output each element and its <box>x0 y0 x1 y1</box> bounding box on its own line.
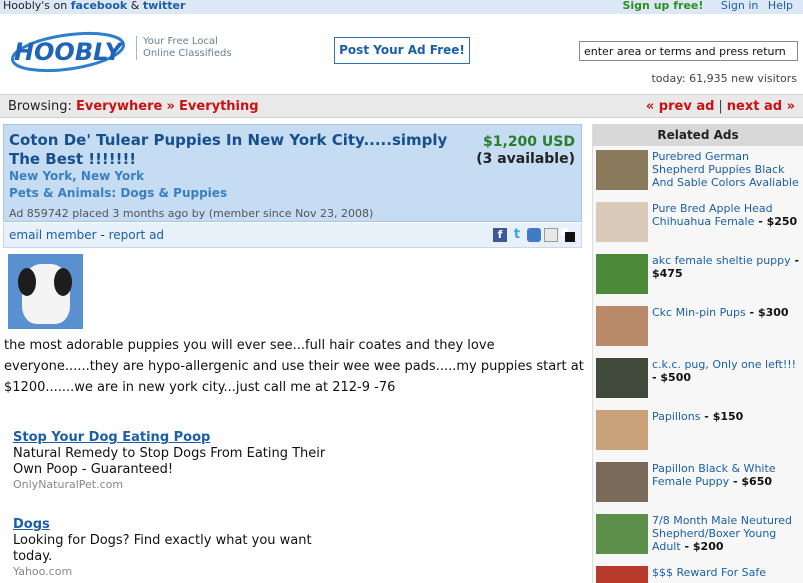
pager-divider: | <box>718 99 723 114</box>
logo-text: HOOBLY <box>14 38 125 66</box>
related-ad-text[interactable]: Pure Bred Apple Head Chihuahua Female - … <box>652 202 803 228</box>
browsing-label: Browsing: <box>8 99 72 114</box>
ad-category[interactable]: Pets & Animals: Dogs & Puppies <box>9 186 227 200</box>
related-ad-text[interactable]: $$$ Reward For Safe <box>652 566 803 579</box>
tagline-line2: Online Classifieds <box>143 48 232 59</box>
related-ad-text[interactable]: c.k.c. pug, Only one left!!! - $500 <box>652 358 803 384</box>
breadcrumb-everything[interactable]: Everything <box>179 99 259 114</box>
twitter-link[interactable]: twitter <box>143 0 186 12</box>
sponsored-ad-desc: Looking for Dogs? Find exactly what you … <box>13 533 312 564</box>
related-ads: Related Ads Purebred German Shepherd Pup… <box>592 124 803 583</box>
related-ad-title[interactable]: Papillons <box>652 410 700 423</box>
social-text: Hoobly's on <box>3 0 68 12</box>
sponsored-ad-title[interactable]: Stop Your Dog Eating Poop <box>13 430 343 446</box>
sponsored-ad-url[interactable]: OnlyNaturalPet.com <box>13 478 343 492</box>
related-ad-title[interactable]: akc female sheltie puppy <box>652 254 791 267</box>
sponsored-ad-title[interactable]: Dogs <box>13 517 343 533</box>
related-ad-text[interactable]: akc female sheltie puppy - $475 <box>652 254 803 280</box>
ad-location[interactable]: New York, New York <box>9 169 144 183</box>
share-icons: f t <box>493 228 575 242</box>
digg-icon[interactable] <box>561 228 575 242</box>
facebook-icon[interactable]: f <box>493 228 507 242</box>
puppy-ear-right <box>54 268 72 296</box>
ad-availability: (3 available) <box>476 151 575 167</box>
ad-pager: « prev ad | next ad » <box>646 99 795 114</box>
report-ad-link[interactable]: report ad <box>109 228 164 242</box>
hoobly-logo[interactable]: HOOBLY <box>10 26 130 76</box>
related-ad-thumbnail[interactable] <box>596 150 648 190</box>
ad-action-links: email member - report ad <box>9 228 164 242</box>
related-ad-price: - $300 <box>745 306 789 319</box>
related-ad-thumbnail[interactable] <box>596 358 648 398</box>
social-links: Hoobly's on facebook & twitter <box>3 0 185 12</box>
related-ad-price: - $250 <box>754 215 798 228</box>
related-ad-price: - $150 <box>700 410 744 423</box>
related-ad-price: - $200 <box>680 540 724 553</box>
twitter-icon[interactable]: t <box>510 228 524 242</box>
top-bar: Hoobly's on facebook & twitter Sign up f… <box>0 0 803 14</box>
related-ad-thumbnail[interactable] <box>596 306 648 346</box>
ad-meta: Ad 859742 placed 3 months ago by (member… <box>9 207 374 220</box>
related-ad-text[interactable]: Ckc Min-pin Pups - $300 <box>652 306 803 319</box>
visitor-count: today: 61,935 new visitors <box>651 72 797 85</box>
puppy-ear-left <box>18 268 36 296</box>
ad-header: Coton De' Tulear Puppies In New York Cit… <box>3 124 582 222</box>
post-ad-button[interactable]: Post Your Ad Free! <box>334 37 470 64</box>
related-ad-text[interactable]: Papillons - $150 <box>652 410 803 423</box>
related-ads-header: Related Ads <box>593 124 803 146</box>
related-ad-text[interactable]: 7/8 Month Male Neutured Shepherd/Boxer Y… <box>652 514 803 553</box>
ad-actions: email member - report ad f t <box>3 223 582 248</box>
action-dash: - <box>100 228 105 242</box>
related-ad-thumbnail[interactable] <box>596 410 648 450</box>
related-ad-title[interactable]: Ckc Min-pin Pups <box>652 306 746 319</box>
related-ad-text[interactable]: Papillon Black & White Female Puppy - $6… <box>652 462 803 488</box>
prev-ad-link[interactable]: « prev ad <box>646 99 715 114</box>
related-ad-price: - $500 <box>652 371 692 384</box>
breadcrumb: Browsing: Everywhere » Everything <box>8 99 259 114</box>
breadcrumb-everywhere[interactable]: Everywhere <box>76 99 162 114</box>
related-ad-thumbnail[interactable] <box>596 514 648 554</box>
signup-link[interactable]: Sign up free! <box>622 0 703 12</box>
ad-description: the most adorable puppies you will ever … <box>4 338 584 395</box>
related-ad-thumbnail[interactable] <box>596 202 648 242</box>
related-ad-thumbnail[interactable] <box>596 462 648 502</box>
ad-photo[interactable] <box>8 254 83 329</box>
related-ad-title[interactable]: c.k.c. pug, Only one left!!! <box>652 358 796 371</box>
signin-link[interactable]: Sign in <box>721 0 759 12</box>
facebook-link[interactable]: facebook <box>71 0 128 12</box>
sponsored-ad-desc: Natural Remedy to Stop Dogs From Eating … <box>13 446 326 477</box>
next-ad-link[interactable]: next ad » <box>727 99 795 114</box>
browse-bar: Browsing: Everywhere » Everything « prev… <box>0 94 803 118</box>
related-ad-thumbnail[interactable] <box>596 254 648 294</box>
related-ad-title[interactable]: $$$ Reward For Safe <box>652 566 766 579</box>
ad-price: $1,200 USD <box>483 134 575 150</box>
breadcrumb-separator: » <box>166 99 175 114</box>
and-text: & <box>130 0 140 12</box>
related-ad-thumbnail[interactable] <box>596 566 648 583</box>
delicious-icon[interactable] <box>544 228 558 242</box>
email-member-link[interactable]: email member <box>9 228 97 242</box>
sponsored-ad: Stop Your Dog Eating Poop Natural Remedy… <box>13 430 343 492</box>
related-ad-title[interactable]: Purebred German Shepherd Puppies Black A… <box>652 150 799 189</box>
account-links: Sign up free! Sign in Help <box>622 0 793 12</box>
tagline: Your Free Local Online Classifieds <box>136 36 246 60</box>
myspace-icon[interactable] <box>527 228 541 242</box>
related-ad-price: - $650 <box>729 475 772 488</box>
ad-title: Coton De' Tulear Puppies In New York Cit… <box>9 131 448 168</box>
sponsored-ad: Dogs Looking for Dogs? Find exactly what… <box>13 517 343 579</box>
search-input[interactable] <box>579 41 798 61</box>
tagline-line1: Your Free Local <box>143 36 218 47</box>
sponsored-ad-url[interactable]: Yahoo.com <box>13 565 343 579</box>
help-link[interactable]: Help <box>768 0 793 12</box>
related-ad-text[interactable]: Purebred German Shepherd Puppies Black A… <box>652 150 803 189</box>
